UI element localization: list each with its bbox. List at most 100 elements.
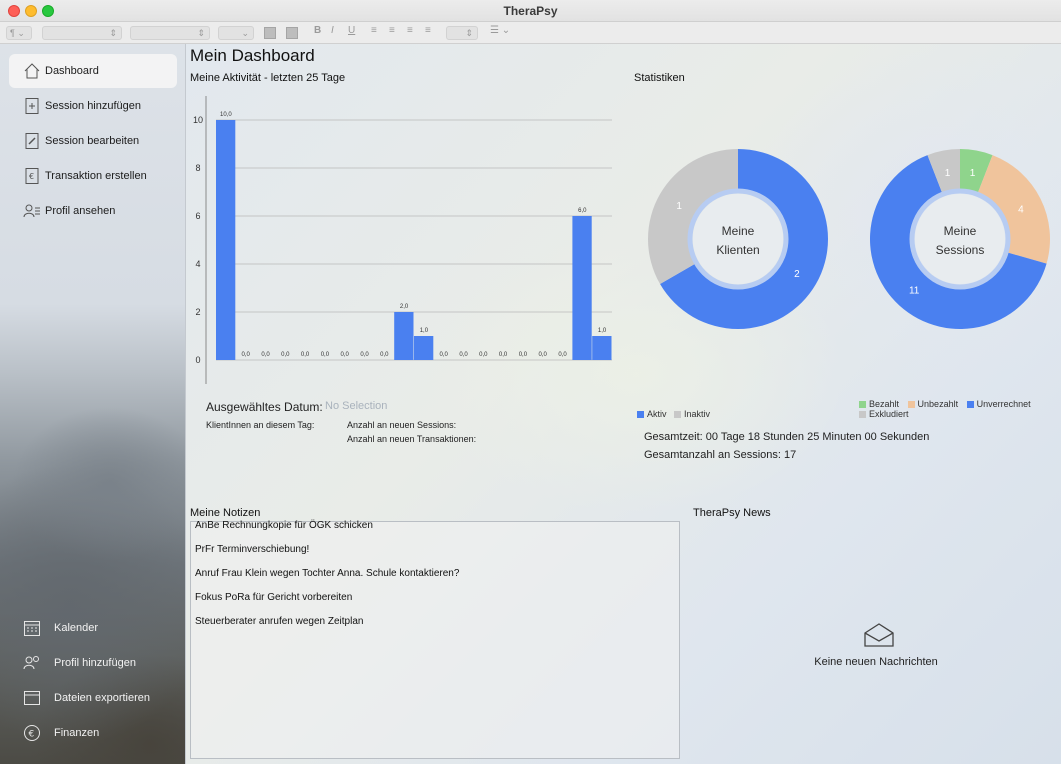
donut-center-label: Meine xyxy=(722,224,755,238)
italic-button[interactable]: I xyxy=(331,25,334,36)
note-line: Fokus PoRa für Gericht vorbereiten xyxy=(195,592,353,603)
clients-legend: Aktiv Inaktiv xyxy=(637,409,710,419)
bar-value-label: 0,0 xyxy=(558,352,567,358)
legend-item-exkludiert: Exkludiert xyxy=(859,409,909,419)
bar xyxy=(592,336,612,360)
page-title: Mein Dashboard xyxy=(190,46,315,65)
y-tick-label: 10 xyxy=(193,115,203,125)
bar-value-label: 10,0 xyxy=(220,112,232,118)
sidebar-item-finanzen[interactable]: € Finanzen xyxy=(9,716,177,750)
font-family-select[interactable]: ⇕ xyxy=(42,26,122,40)
donut-center xyxy=(693,194,783,284)
euro-circle-icon: € xyxy=(24,725,40,741)
sidebar-item-profil-ansehen[interactable]: Profil ansehen xyxy=(9,194,177,228)
dashboard-main: Mein Dashboard Meine Aktivität - letzten… xyxy=(186,44,1061,764)
bar-value-label: 0,0 xyxy=(341,352,350,358)
svg-text:€: € xyxy=(29,730,35,740)
sidebar-item-label: Session bearbeiten xyxy=(45,135,140,147)
legend-item-aktiv: Aktiv xyxy=(637,409,667,419)
bar xyxy=(216,120,236,360)
y-tick-label: 4 xyxy=(195,259,200,269)
total-time: Gesamtzeit: 00 Tage 18 Stunden 25 Minute… xyxy=(644,431,930,443)
bar xyxy=(572,216,592,360)
edit-document-icon xyxy=(25,133,39,149)
slice-value-label: 2 xyxy=(794,269,800,280)
align-justify-icon[interactable]: ≡ xyxy=(425,25,431,36)
highlight-color-button[interactable] xyxy=(286,27,298,39)
note-line: Anruf Frau Klein wegen Tochter Anna. Sch… xyxy=(195,568,460,579)
activity-bar-chart[interactable]: 0 2 4 6 8 10 10,0 0,0 0,0 0,0 0,0 0,0 0,0 0,0 0,0 2,0 1,… xyxy=(190,84,630,394)
note-line: PrFr Terminverschiebung! xyxy=(195,544,310,555)
legend-item-bezahlt: Bezahlt xyxy=(859,399,899,409)
calendar-icon xyxy=(24,621,40,636)
sidebar-item-label: Dashboard xyxy=(45,65,99,77)
slice-value-label: 1 xyxy=(676,201,682,212)
sidebar-item-dashboard[interactable]: Dashboard xyxy=(9,54,177,88)
bar-value-label: 0,0 xyxy=(261,352,270,358)
sidebar-item-kalender[interactable]: Kalender xyxy=(9,611,177,645)
window-title: TheraPsy xyxy=(503,4,558,18)
sessions-donut-chart[interactable]: 14111MeineSessions xyxy=(860,139,1060,339)
bar-value-label: 0,0 xyxy=(301,352,310,358)
sidebar-item-session-hinzufuegen[interactable]: Session hinzufügen xyxy=(9,89,177,123)
y-tick-label: 8 xyxy=(195,163,200,173)
sidebar-item-label: Kalender xyxy=(54,622,99,634)
clients-donut-chart[interactable]: 2 1 Meine Klienten xyxy=(638,139,838,339)
bar-value-label: 6,0 xyxy=(578,208,587,214)
sidebar-item-dateien-exportieren[interactable]: Dateien exportieren xyxy=(9,681,177,715)
sidebar-item-session-bearbeiten[interactable]: Session bearbeiten xyxy=(9,124,177,158)
sidebar-item-profil-hinzufuegen[interactable]: Profil hinzufügen xyxy=(9,646,177,680)
donut-center xyxy=(915,194,1005,284)
export-icon xyxy=(24,691,40,705)
align-right-icon[interactable]: ≡ xyxy=(407,25,413,36)
legend-item-unverrechnet: Unverrechnet xyxy=(966,399,1031,409)
sidebar-item-label: Session hinzufügen xyxy=(45,100,142,112)
sidebar-item-label: Dateien exportieren xyxy=(54,692,151,704)
bar-value-label: 1,0 xyxy=(420,328,429,334)
sidebar-item-label: Profil hinzufügen xyxy=(54,657,136,669)
bar-value-label: 0,0 xyxy=(459,352,468,358)
bar-value-label: 0,0 xyxy=(440,352,449,358)
sidebar-item-label: Finanzen xyxy=(54,727,100,739)
sidebar: Dashboard Session hinzufügen Session bea… xyxy=(0,44,186,764)
notes-title: Meine Notizen xyxy=(190,507,261,519)
legend-item-unbezahlt: Unbezahlt xyxy=(907,399,958,409)
slice-value-label: 4 xyxy=(1018,205,1024,216)
y-tick-label: 2 xyxy=(195,307,200,317)
slice-value-label: 11 xyxy=(909,285,920,296)
line-spacing-select[interactable]: ⇕ xyxy=(446,26,478,40)
donut-center-label: Meine xyxy=(944,224,977,238)
svg-text:€: € xyxy=(29,172,34,181)
font-size-select[interactable]: ⌄ xyxy=(218,26,254,40)
bar-value-label: 2,0 xyxy=(400,304,409,310)
donut-center-label: Klienten xyxy=(716,243,759,257)
bar-value-label: 0,0 xyxy=(242,352,251,358)
bar-value-label: 0,0 xyxy=(321,352,330,358)
font-style-select[interactable]: ⇕ xyxy=(130,26,210,40)
title-bar: TheraPsy xyxy=(0,0,1061,22)
clients-on-day-label: KlientInnen an diesem Tag: xyxy=(206,420,315,430)
add-profile-icon xyxy=(23,656,39,670)
sessions-legend: Bezahlt Unbezahlt Unverrechnet Exkludier… xyxy=(859,399,1059,419)
bar xyxy=(394,312,414,360)
underline-button[interactable]: U xyxy=(348,25,355,36)
bar-value-label: 0,0 xyxy=(360,352,369,358)
activity-title: Meine Aktivität - letzten 25 Tage xyxy=(190,72,346,84)
profile-list-icon xyxy=(23,204,40,218)
bar xyxy=(414,336,434,360)
euro-document-icon: € xyxy=(25,168,39,184)
bar-value-label: 0,0 xyxy=(519,352,528,358)
notes-editor[interactable]: AnBe Rechnungkopie für ÖGK schicken PrFr… xyxy=(190,520,680,759)
sidebar-item-transaktion-erstellen[interactable]: € Transaktion erstellen xyxy=(9,159,177,193)
text-color-button[interactable] xyxy=(264,27,276,39)
bold-button[interactable]: B xyxy=(314,25,321,36)
align-center-icon[interactable]: ≡ xyxy=(389,25,395,36)
bar-value-label: 1,0 xyxy=(598,328,607,334)
list-style-icon[interactable]: ☰ ⌄ xyxy=(490,25,510,36)
selected-date-value[interactable]: No Selection xyxy=(325,400,387,412)
paragraph-style-select[interactable]: ¶ ⌄ xyxy=(6,26,32,40)
align-left-icon[interactable]: ≡ xyxy=(371,25,377,36)
news-title: TheraPsy News xyxy=(693,507,771,519)
bar-value-label: 0,0 xyxy=(539,352,548,358)
statistics-title: Statistiken xyxy=(634,72,685,84)
